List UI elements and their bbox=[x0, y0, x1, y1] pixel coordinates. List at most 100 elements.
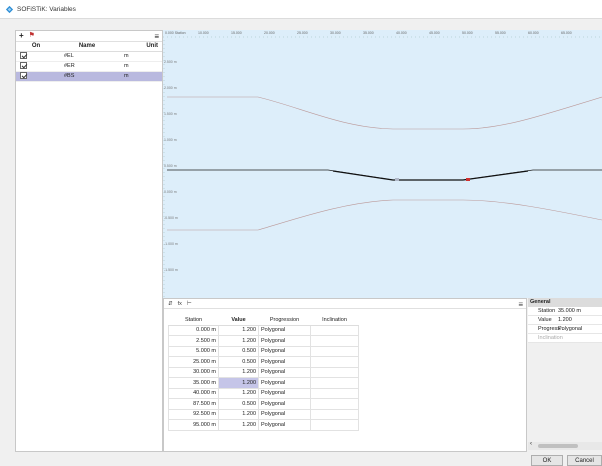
property-value[interactable]: Polygonal bbox=[558, 325, 602, 333]
progression-cell[interactable]: Polygonal bbox=[258, 408, 311, 420]
value-cell[interactable]: 1.200 bbox=[218, 377, 259, 389]
scroll-thumb[interactable] bbox=[538, 444, 578, 448]
properties-scrollbar[interactable]: ‹ bbox=[528, 441, 602, 450]
inclination-cell[interactable] bbox=[310, 419, 359, 431]
station-row[interactable]: 5.000 m 0.500 Polygonal bbox=[168, 345, 359, 357]
sofistik-logo-icon bbox=[5, 5, 14, 13]
variables-panel: + ⚑ ≡ On Name Unit #EL m #ER m #BS m bbox=[15, 30, 163, 452]
column-header-inclination[interactable]: Inclination bbox=[310, 315, 359, 326]
value-cell[interactable]: 1.200 bbox=[218, 387, 259, 399]
column-header-progression[interactable]: Progression bbox=[258, 315, 311, 326]
progression-cell[interactable]: Polygonal bbox=[258, 356, 311, 368]
main-window: SOFiSTiK: Variables + ⚑ ≡ On Name Unit #… bbox=[0, 0, 602, 466]
selected-point-marker[interactable] bbox=[466, 178, 470, 181]
property-row-station[interactable]: Station 35.000 m bbox=[528, 307, 602, 316]
variable-unit: m bbox=[118, 71, 162, 82]
station-row[interactable]: 95.000 m 1.200 Polygonal bbox=[168, 419, 359, 431]
property-key: Inclination bbox=[538, 335, 563, 341]
inclination-cell[interactable] bbox=[310, 366, 359, 378]
progression-cell[interactable]: Polygonal bbox=[258, 324, 311, 336]
station-row[interactable]: 0.000 m 1.200 Polygonal bbox=[168, 324, 359, 336]
insert-row-icon[interactable]: ⊢ bbox=[187, 301, 192, 307]
column-header-on[interactable]: On bbox=[16, 42, 56, 52]
progression-cell[interactable]: Polygonal bbox=[258, 419, 311, 431]
station-cell[interactable]: 35.000 m bbox=[168, 377, 219, 389]
station-cell[interactable]: 92.500 m bbox=[168, 408, 219, 420]
variable-row-selected[interactable]: #BS m bbox=[16, 71, 162, 82]
progression-cell[interactable]: Polygonal bbox=[258, 366, 311, 378]
point-marker[interactable] bbox=[395, 178, 399, 181]
station-row[interactable]: 87.500 m 0.500 Polygonal bbox=[168, 398, 359, 410]
column-header-unit[interactable]: Unit bbox=[118, 42, 162, 52]
ok-button[interactable]: OK bbox=[531, 455, 563, 466]
station-row[interactable]: 40.000 m 1.200 Polygonal bbox=[168, 387, 359, 399]
station-cell[interactable]: 2.500 m bbox=[168, 335, 219, 347]
station-cell[interactable]: 0.000 m bbox=[168, 324, 219, 336]
progression-cell[interactable]: Polygonal bbox=[258, 387, 311, 399]
properties-group-header[interactable]: General bbox=[528, 298, 602, 307]
station-row[interactable]: 25.000 m 0.500 Polygonal bbox=[168, 356, 359, 368]
property-value[interactable]: 1.200 bbox=[558, 316, 602, 324]
value-cell[interactable]: 1.200 bbox=[218, 335, 259, 347]
station-row[interactable]: 2.500 m 1.200 Polygonal bbox=[168, 335, 359, 347]
station-cell[interactable]: 87.500 m bbox=[168, 398, 219, 410]
inclination-cell[interactable] bbox=[310, 377, 359, 389]
station-row[interactable]: 35.000 m 1.200 Polygonal bbox=[168, 377, 359, 389]
station-row[interactable]: 30.000 m 1.200 Polygonal bbox=[168, 366, 359, 378]
station-row[interactable]: 92.500 m 1.200 Polygonal bbox=[168, 408, 359, 420]
station-cell[interactable]: 5.000 m bbox=[168, 345, 219, 357]
station-table: Station Value Progression Inclination 0.… bbox=[168, 315, 359, 431]
variable-name: #ER bbox=[56, 61, 118, 72]
column-header-name[interactable]: Name bbox=[56, 42, 118, 52]
property-key: Value bbox=[538, 317, 552, 323]
value-cell[interactable]: 1.200 bbox=[218, 408, 259, 420]
inclination-cell[interactable] bbox=[310, 324, 359, 336]
variable-on-checkbox[interactable] bbox=[20, 71, 27, 79]
formula-icon[interactable]: fx bbox=[178, 301, 182, 307]
variable-row[interactable]: #EL m bbox=[16, 51, 162, 62]
value-cell[interactable]: 1.200 bbox=[218, 366, 259, 378]
progression-cell[interactable]: Polygonal bbox=[258, 345, 311, 357]
inclination-cell[interactable] bbox=[310, 408, 359, 420]
properties-panel: General Station 35.000 m Value 1.200 Pro… bbox=[528, 298, 602, 452]
variables-menu-icon[interactable]: ≡ bbox=[154, 32, 159, 41]
station-cell[interactable]: 25.000 m bbox=[168, 356, 219, 368]
variables-toolbar: + ⚑ ≡ bbox=[16, 31, 162, 42]
add-variable-icon[interactable]: + bbox=[19, 32, 24, 40]
progression-cell[interactable]: Polygonal bbox=[258, 377, 311, 389]
value-cell[interactable]: 0.500 bbox=[218, 356, 259, 368]
scroll-left-icon[interactable]: ‹ bbox=[530, 441, 532, 447]
variable-unit: m bbox=[118, 51, 162, 62]
property-key: Progress... bbox=[538, 326, 565, 332]
value-cell[interactable]: 0.500 bbox=[218, 398, 259, 410]
inclination-cell[interactable] bbox=[310, 356, 359, 368]
variable-on-checkbox[interactable] bbox=[20, 61, 27, 69]
variable-on-checkbox[interactable] bbox=[20, 51, 27, 59]
column-header-station[interactable]: Station bbox=[168, 315, 219, 326]
value-cell[interactable]: 1.200 bbox=[218, 324, 259, 336]
cancel-button[interactable]: Cancel bbox=[567, 455, 602, 466]
property-row-inclination[interactable]: Inclination bbox=[528, 334, 602, 343]
column-header-value[interactable]: Value bbox=[218, 315, 259, 326]
value-cell[interactable]: 1.200 bbox=[218, 419, 259, 431]
property-row-progression[interactable]: Progress... Polygonal bbox=[528, 325, 602, 334]
inclination-cell[interactable] bbox=[310, 345, 359, 357]
graph-canvas[interactable] bbox=[163, 30, 602, 298]
station-cell[interactable]: 40.000 m bbox=[168, 387, 219, 399]
table-menu-icon[interactable]: ≡ bbox=[518, 300, 523, 309]
progression-cell[interactable]: Polygonal bbox=[258, 335, 311, 347]
inclination-cell[interactable] bbox=[310, 335, 359, 347]
flag-icon[interactable]: ⚑ bbox=[29, 32, 35, 40]
variable-graph[interactable]: 0.000 Station 10.000 15.000 20.000 25.000 30.… bbox=[163, 30, 602, 298]
property-value[interactable]: 35.000 m bbox=[558, 307, 602, 315]
value-cell[interactable]: 0.500 bbox=[218, 345, 259, 357]
property-value[interactable] bbox=[558, 334, 602, 342]
station-cell[interactable]: 30.000 m bbox=[168, 366, 219, 378]
station-cell[interactable]: 95.000 m bbox=[168, 419, 219, 431]
inclination-cell[interactable] bbox=[310, 398, 359, 410]
sort-icon[interactable]: ⇵ bbox=[168, 301, 173, 307]
variable-row[interactable]: #ER m bbox=[16, 61, 162, 72]
inclination-cell[interactable] bbox=[310, 387, 359, 399]
progression-cell[interactable]: Polygonal bbox=[258, 398, 311, 410]
property-row-value[interactable]: Value 1.200 bbox=[528, 316, 602, 325]
